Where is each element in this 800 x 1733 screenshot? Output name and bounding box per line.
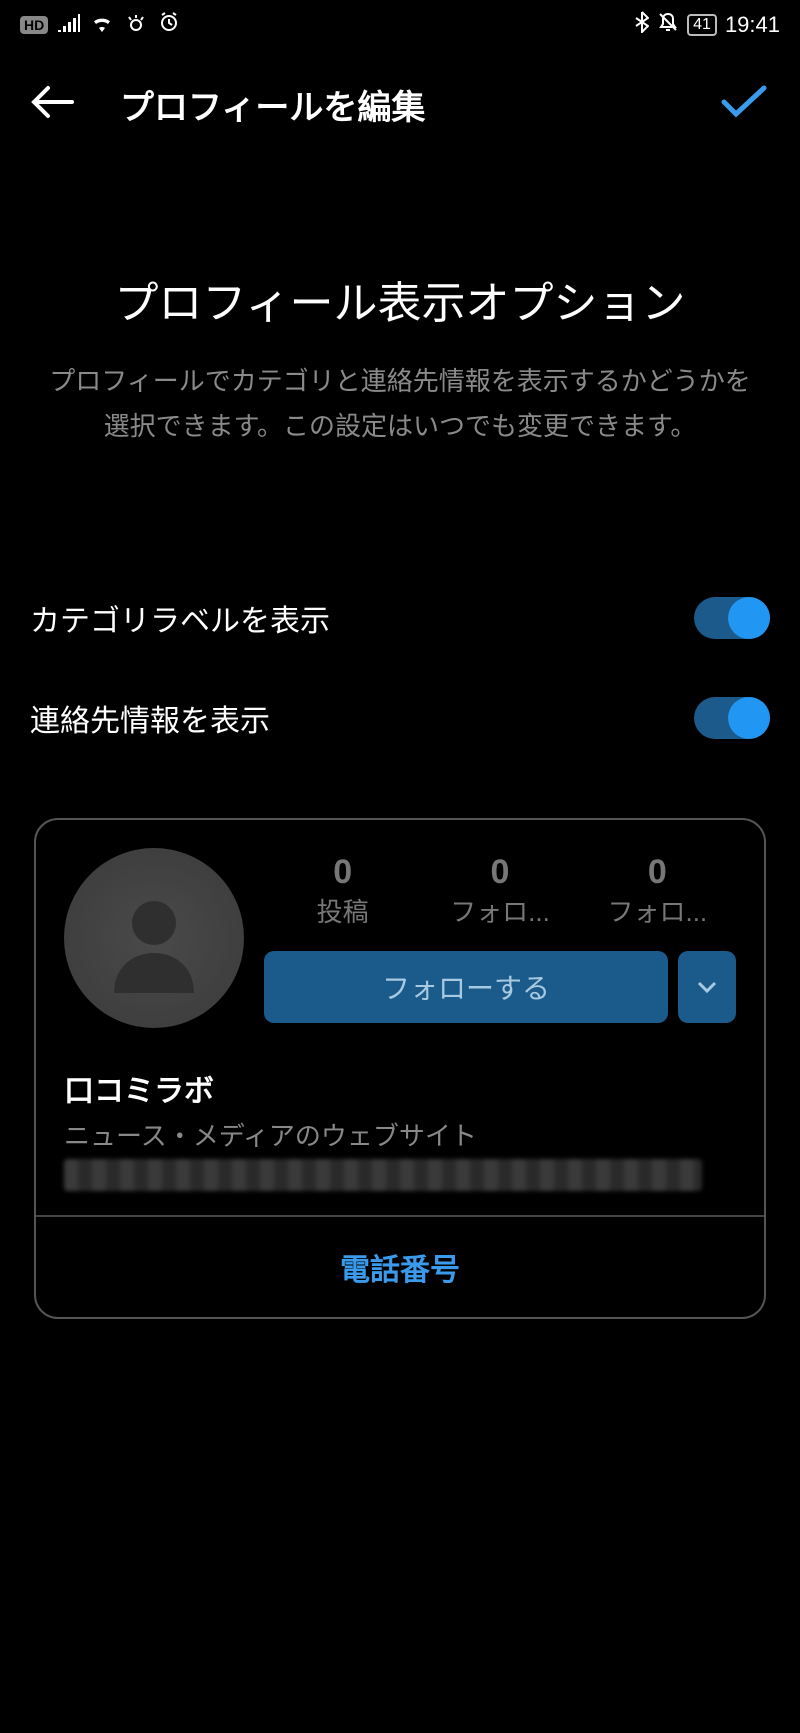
stat-label: 投稿 — [264, 892, 421, 929]
battery-icon: 41 — [687, 14, 717, 36]
bluetooth-icon — [635, 11, 649, 39]
stats-row: 0 投稿 0 フォロ... 0 フォロ... — [264, 853, 736, 929]
stat-following: 0 フォロ... — [579, 853, 736, 929]
eye-icon — [124, 12, 148, 38]
status-bar: HD 41 19:41 — [0, 0, 800, 50]
toggle-knob — [728, 597, 770, 639]
section-title: プロフィール表示オプション — [30, 269, 770, 339]
account-bio-redacted — [64, 1159, 702, 1191]
preview-right: 0 投稿 0 フォロ... 0 フォロ... フォローする — [264, 848, 736, 1028]
toggle-label: カテゴリラベルを表示 — [30, 596, 330, 640]
header-title: プロフィールを編集 — [80, 80, 720, 129]
toggle-row-contact: 連絡先情報を表示 — [30, 668, 770, 768]
stat-count: 0 — [264, 853, 421, 892]
category-toggle[interactable] — [694, 597, 770, 639]
follow-button[interactable]: フォローする — [264, 951, 668, 1023]
phone-button[interactable]: 電話番号 — [36, 1217, 764, 1317]
mute-icon — [657, 11, 679, 39]
account-name: 口コミラボ — [64, 1066, 736, 1110]
status-left: HD — [20, 11, 180, 39]
stat-count: 0 — [579, 853, 736, 892]
signal-icon — [58, 12, 80, 38]
toggles-group: カテゴリラベルを表示 連絡先情報を表示 — [30, 568, 770, 768]
avatar — [64, 848, 244, 1028]
main-content: プロフィール表示オプション プロフィールでカテゴリと連絡先情報を表示するかどうか… — [0, 149, 800, 1319]
profile-preview-card: 0 投稿 0 フォロ... 0 フォロ... フォローする — [34, 818, 766, 1319]
confirm-button[interactable] — [720, 84, 770, 125]
stat-count: 0 — [421, 853, 578, 892]
more-button[interactable] — [678, 951, 736, 1023]
account-category: ニュース・メディアのウェブサイト — [64, 1116, 736, 1153]
back-button[interactable] — [30, 84, 80, 125]
status-right: 41 19:41 — [635, 11, 780, 39]
section-description: プロフィールでカテゴリと連絡先情報を表示するかどうかを選択できます。この設定はい… — [30, 359, 770, 447]
stat-posts: 0 投稿 — [264, 853, 421, 929]
header: プロフィールを編集 — [0, 50, 800, 149]
preview-top: 0 投稿 0 フォロ... 0 フォロ... フォローする — [36, 820, 764, 1056]
stat-followers: 0 フォロ... — [421, 853, 578, 929]
preview-info: 口コミラボ ニュース・メディアのウェブサイト — [36, 1056, 764, 1215]
wifi-icon — [90, 12, 114, 38]
stat-label: フォロ... — [421, 892, 578, 929]
follow-row: フォローする — [264, 951, 736, 1023]
hd-icon: HD — [20, 16, 48, 34]
toggle-label: 連絡先情報を表示 — [30, 696, 270, 740]
toggle-knob — [728, 697, 770, 739]
clock-text: 19:41 — [725, 12, 780, 38]
toggle-row-category: カテゴリラベルを表示 — [30, 568, 770, 668]
alarm-icon — [158, 11, 180, 39]
stat-label: フォロ... — [579, 892, 736, 929]
contact-toggle[interactable] — [694, 697, 770, 739]
